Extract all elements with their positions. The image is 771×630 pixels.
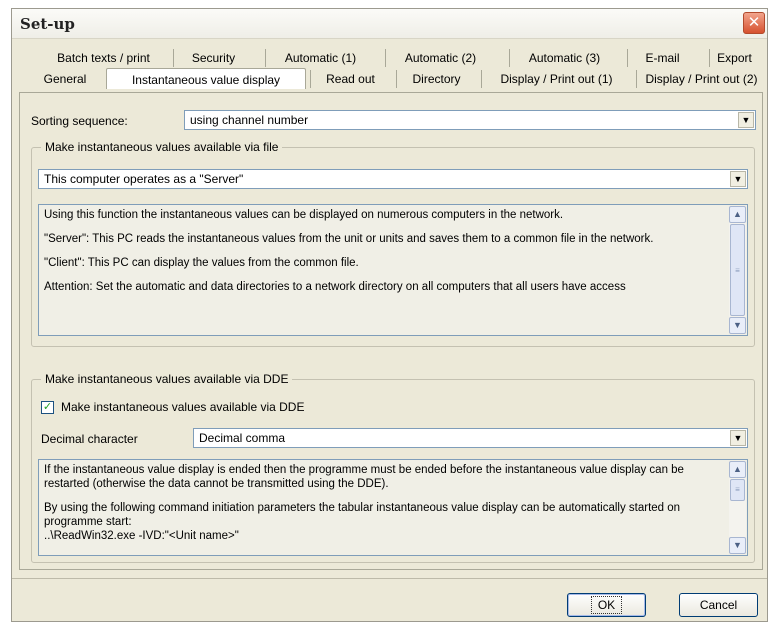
scroll-thumb[interactable]: ≡	[730, 479, 745, 501]
decimal-character-value: Decimal comma	[199, 431, 286, 445]
tab-export[interactable]: Export	[709, 49, 759, 67]
tab-display-print-out-2[interactable]: Display / Print out (2)	[636, 70, 766, 88]
tab-batch-texts-print[interactable]: Batch texts / print	[36, 49, 171, 67]
dde-checkbox[interactable]: ✓	[41, 401, 54, 414]
dde-group: Make instantaneous values available via …	[31, 372, 755, 563]
sorting-sequence-label: Sorting sequence:	[31, 114, 128, 128]
dde-info-line: If the instantaneous value display is en…	[44, 464, 684, 490]
file-info-line: "Client": This PC can display the values…	[44, 257, 359, 269]
scroll-up-icon[interactable]: ▲	[729, 461, 746, 478]
file-info-line: Attention: Set the automatic and data di…	[44, 281, 626, 293]
dde-group-legend: Make instantaneous values available via …	[41, 372, 293, 386]
title-bar[interactable]: Set-up ✕	[12, 9, 767, 39]
scroll-down-icon[interactable]: ▼	[729, 537, 746, 554]
ok-button[interactable]: OK	[567, 593, 646, 617]
ok-button-label: OK	[590, 596, 623, 614]
decimal-character-label: Decimal character	[41, 432, 138, 446]
button-area-divider	[12, 578, 767, 579]
file-mode-select[interactable]: This computer operates as a "Server" ▼	[38, 169, 748, 189]
dde-info-scrollbar[interactable]: ▲ ≡ ▼	[729, 461, 746, 554]
dropdown-arrow-icon[interactable]: ▼	[730, 430, 746, 446]
dde-checkbox-label[interactable]: Make instantaneous values available via …	[61, 400, 304, 414]
file-info-memo[interactable]: Using this function the instantaneous va…	[38, 204, 748, 336]
tab-page: Sorting sequence: using channel number ▼…	[19, 92, 763, 570]
tab-directory[interactable]: Directory	[396, 70, 476, 88]
dialog-title: Set-up	[20, 15, 75, 33]
setup-dialog: Set-up ✕ Batch texts / print Security Au…	[11, 8, 768, 622]
tab-security[interactable]: Security	[173, 49, 253, 67]
tab-display-print-out-1[interactable]: Display / Print out (1)	[481, 70, 631, 88]
tab-automatic-3[interactable]: Automatic (3)	[509, 49, 619, 67]
scroll-thumb[interactable]: ≡	[730, 224, 745, 316]
dde-info-text: If the instantaneous value display is en…	[44, 463, 723, 553]
sorting-sequence-select[interactable]: using channel number ▼	[184, 110, 756, 130]
dde-info-memo[interactable]: If the instantaneous value display is en…	[38, 459, 748, 556]
file-info-text: Using this function the instantaneous va…	[44, 208, 723, 304]
tab-instantaneous-value-display[interactable]: Instantaneous value display	[106, 68, 306, 89]
close-button[interactable]: ✕	[743, 12, 765, 34]
tab-general[interactable]: General	[26, 70, 104, 88]
cancel-button[interactable]: Cancel	[679, 593, 758, 617]
scroll-down-icon[interactable]: ▼	[729, 317, 746, 334]
tab-automatic-1[interactable]: Automatic (1)	[265, 49, 375, 67]
tab-e-mail[interactable]: E-mail	[627, 49, 697, 67]
dropdown-arrow-icon[interactable]: ▼	[738, 112, 754, 128]
dropdown-arrow-icon[interactable]: ▼	[730, 171, 746, 187]
file-info-line: "Server": This PC reads the instantaneou…	[44, 233, 654, 245]
file-info-scrollbar[interactable]: ▲ ≡ ▼	[729, 206, 746, 334]
file-mode-value: This computer operates as a "Server"	[44, 172, 244, 186]
file-info-line: Using this function the instantaneous va…	[44, 209, 564, 221]
file-group: Make instantaneous values available via …	[31, 140, 755, 347]
dde-info-line: By using the following command initiatio…	[44, 502, 681, 528]
scroll-up-icon[interactable]: ▲	[729, 206, 746, 223]
tab-read-out[interactable]: Read out	[310, 70, 390, 88]
decimal-character-select[interactable]: Decimal comma ▼	[193, 428, 748, 448]
dde-info-line: ..\ReadWin32.exe -IVD:"<Unit name>"	[44, 530, 239, 542]
tab-automatic-2[interactable]: Automatic (2)	[385, 49, 495, 67]
sorting-sequence-value: using channel number	[190, 113, 309, 127]
file-group-legend: Make instantaneous values available via …	[41, 140, 283, 154]
